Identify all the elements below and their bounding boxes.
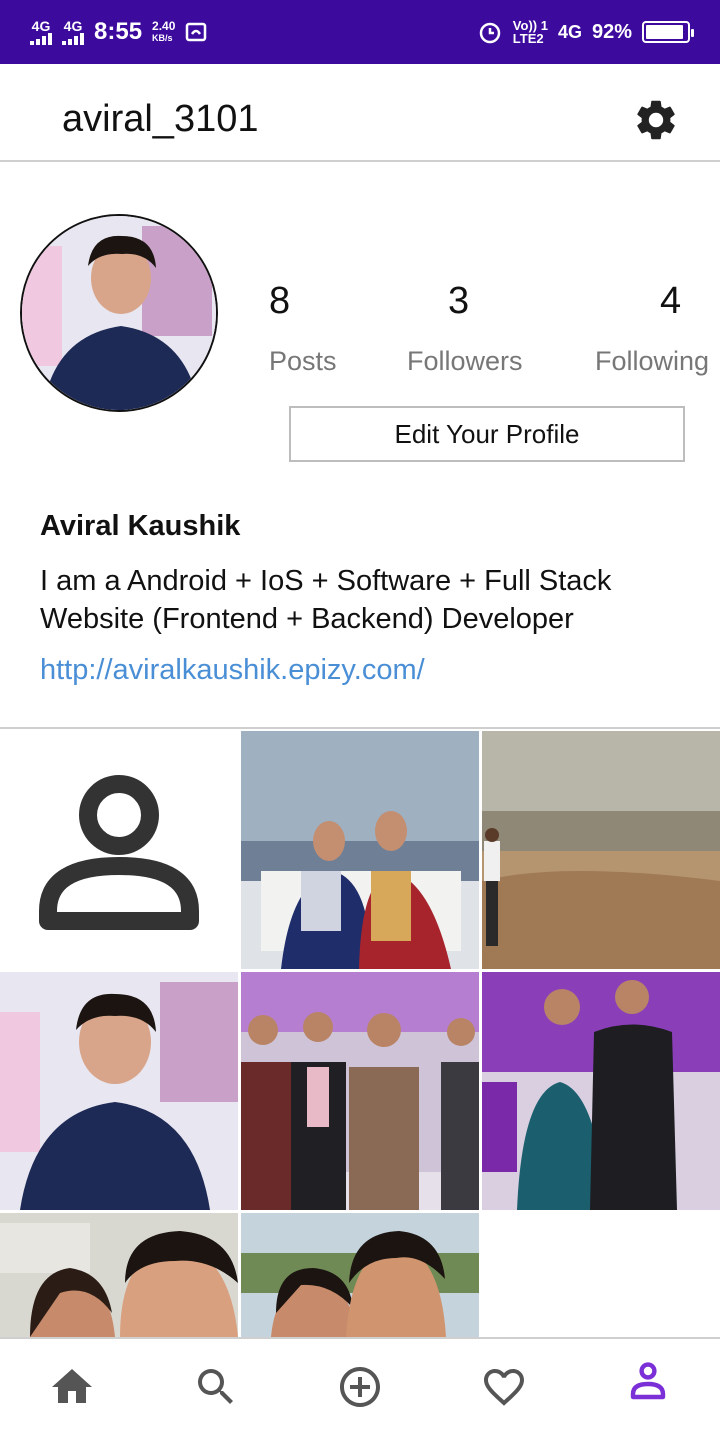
header-username: aviral_3101 (62, 98, 259, 140)
profile-bio: I am a Android + IoS + Software + Full S… (40, 565, 612, 635)
edit-profile-button[interactable]: Edit Your Profile (289, 406, 685, 462)
volte-indicator: Vo)) 1 LTE2 (512, 18, 548, 46)
profile-website-link[interactable]: http://aviralkaushik.epizy.com/ (40, 654, 425, 687)
grid-post[interactable] (0, 731, 238, 969)
profile-header: aviral_3101 (0, 64, 720, 162)
post-photo (482, 731, 720, 969)
grid-post[interactable] (0, 972, 238, 1210)
grid-post[interactable] (482, 972, 720, 1210)
following-count: 4 (660, 280, 682, 322)
signal-indicator-1: 4G (30, 19, 52, 45)
post-photo (241, 1213, 479, 1337)
grid-post[interactable] (241, 1213, 479, 1337)
posts-grid (0, 731, 720, 1337)
section-divider (0, 727, 720, 729)
profile-full-name: Aviral Kaushik (40, 510, 241, 542)
grid-post[interactable] (241, 972, 479, 1210)
posts-count: 8 (269, 280, 291, 322)
home-icon[interactable] (48, 1363, 96, 1411)
screenshot-icon (186, 22, 207, 42)
network-speed: 2.40 KB/s (152, 19, 176, 43)
grid-post[interactable] (482, 731, 720, 969)
signal-indicator-2: 4G (62, 19, 84, 45)
grid-post[interactable] (241, 731, 479, 969)
posts-label[interactable]: Posts (269, 346, 337, 377)
bottom-navigation (0, 1339, 720, 1436)
followers-label[interactable]: Followers (407, 346, 523, 377)
battery-icon (642, 21, 694, 43)
clock: 8:55 (94, 18, 143, 45)
profile-icon[interactable] (624, 1357, 672, 1405)
alarm-icon (479, 22, 501, 44)
battery-percent: 92% (591, 20, 632, 43)
post-photo (0, 972, 238, 1210)
grid-post[interactable] (0, 1213, 238, 1337)
add-icon[interactable] (336, 1363, 384, 1411)
heart-icon[interactable] (480, 1363, 528, 1411)
gear-icon[interactable] (632, 96, 680, 144)
following-label[interactable]: Following (595, 346, 709, 377)
search-icon[interactable] (192, 1363, 240, 1411)
person-icon (39, 775, 199, 930)
followers-count: 3 (448, 280, 470, 322)
avatar-photo (22, 216, 216, 410)
profile-avatar[interactable] (20, 214, 218, 412)
status-bar: 4G 4G 8:55 2.40 KB/s Vo)) 1 LTE2 4G 92% (0, 0, 720, 64)
network-type-indicator: 4G (557, 21, 582, 42)
post-photo (0, 1213, 238, 1337)
post-photo (241, 731, 479, 969)
post-photo (241, 972, 479, 1210)
post-photo (482, 972, 720, 1210)
